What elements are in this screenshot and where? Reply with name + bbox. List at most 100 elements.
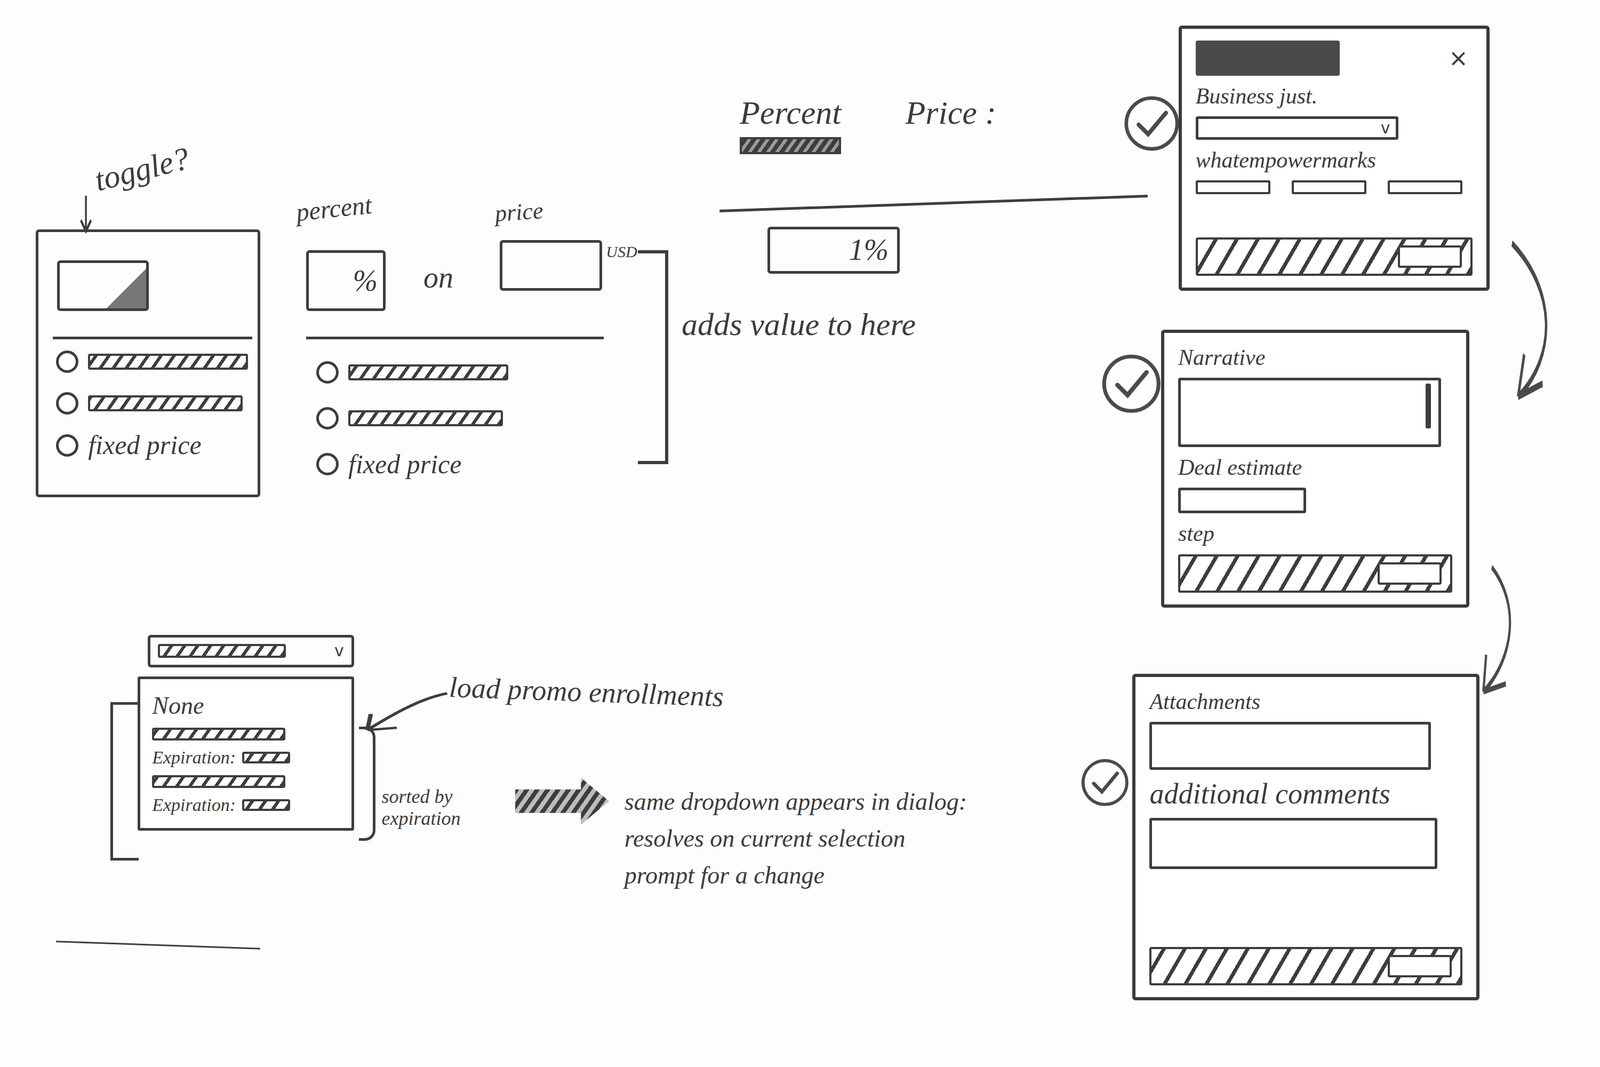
- wizard-dialog: × Business just. v whatempowermarks: [1178, 25, 1490, 291]
- option-label: fixed price: [348, 449, 462, 480]
- toggle-image[interactable]: [57, 260, 149, 312]
- promo-option[interactable]: Expiration:: [152, 727, 340, 768]
- scrollbar[interactable]: [1425, 383, 1431, 429]
- pointer-arrow-icon: [75, 193, 96, 235]
- mode-tab[interactable]: Price :: [905, 93, 996, 155]
- mode-tab[interactable]: Percent: [739, 93, 842, 155]
- option-row[interactable]: [56, 346, 255, 377]
- price-field[interactable]: [499, 240, 602, 292]
- flow-arrow-icon: [1499, 240, 1562, 404]
- on-label: on: [423, 260, 454, 295]
- option-bar: [348, 364, 509, 381]
- bracket: [110, 701, 140, 861]
- dialog-notes: same dropdown appears in dialog: resolves…: [624, 787, 967, 890]
- percent-label: percent: [294, 189, 373, 228]
- option-radio[interactable]: [316, 406, 339, 430]
- chevron-icon: v: [334, 642, 344, 659]
- chevron-icon: v: [1380, 120, 1391, 136]
- underline: [56, 940, 260, 949]
- chip-row: [1195, 180, 1473, 195]
- percent-symbol: %: [352, 263, 378, 298]
- title-bar: [1195, 40, 1340, 76]
- note-line: resolves on current selection: [624, 824, 967, 853]
- expiration-row: Expiration:: [152, 794, 340, 815]
- promo-list: None Expiration: Expiration:: [137, 676, 355, 831]
- promo-name-bar: [152, 727, 286, 741]
- option-row[interactable]: [56, 388, 255, 419]
- sorted-note: sorted by expiration: [381, 785, 496, 830]
- option-label: fixed price: [88, 429, 202, 461]
- tab-label: Percent: [739, 93, 842, 132]
- pointer-arrow-icon: [362, 688, 450, 735]
- note-line: prompt for a change: [624, 861, 967, 890]
- tab-underline: [739, 137, 842, 155]
- check-icon: [1122, 93, 1182, 154]
- none-option[interactable]: None: [152, 691, 340, 720]
- value-field[interactable]: 1%: [767, 226, 901, 274]
- textarea-field[interactable]: [1149, 817, 1437, 869]
- expiration-row: Expiration:: [152, 746, 340, 768]
- textarea-field[interactable]: [1178, 377, 1442, 447]
- wizard-dialog: Attachments additional comments: [1132, 673, 1479, 1000]
- note-line: same dropdown appears in dialog:: [624, 787, 967, 816]
- close-button[interactable]: ×: [1444, 46, 1473, 70]
- field-label: Attachments: [1149, 688, 1462, 715]
- option-radio[interactable]: [56, 392, 79, 415]
- price-label: price: [493, 197, 544, 228]
- dialog-footer: [1178, 554, 1453, 593]
- next-button[interactable]: [1397, 245, 1462, 268]
- option-row[interactable]: [316, 403, 603, 434]
- promo-name-bar: [152, 774, 286, 788]
- option-radio[interactable]: [56, 350, 79, 373]
- option-list: fixed price: [56, 346, 255, 461]
- currency-label: USD: [605, 242, 637, 262]
- flow-arrow-icon: [1469, 564, 1526, 698]
- tab-label: Price :: [905, 93, 996, 132]
- sketch-canvas: toggle?fixed pricepercent%onpriceUSDfixe…: [0, 0, 1600, 1067]
- load-promo-note: load promo enrollments: [448, 670, 725, 714]
- field-label: whatempowermarks: [1195, 147, 1473, 173]
- field-label: Business just.: [1195, 83, 1473, 109]
- chip[interactable]: [1291, 180, 1367, 195]
- divider: [306, 336, 605, 340]
- brace: [358, 726, 376, 841]
- input-field[interactable]: [1178, 487, 1307, 514]
- adds-value-note: adds value to here: [681, 306, 916, 343]
- expiration-bar: [242, 751, 291, 764]
- input-field[interactable]: [1149, 721, 1431, 770]
- wizard-dialog: NarrativeDeal estimatestep: [1161, 329, 1470, 608]
- dialog-titlebar: ×: [1195, 40, 1473, 76]
- next-button[interactable]: [1387, 954, 1452, 978]
- dropdown-field[interactable]: v: [1195, 116, 1399, 140]
- value-text: 1%: [849, 232, 890, 267]
- option-row[interactable]: [316, 357, 603, 388]
- field-label: additional comments: [1149, 777, 1462, 811]
- option-bar: [348, 410, 503, 427]
- bracket: [637, 250, 669, 465]
- field-label: Deal estimate: [1178, 454, 1453, 480]
- option-radio[interactable]: [316, 361, 339, 384]
- promo-dropdown[interactable]: v: [147, 634, 354, 668]
- option-row[interactable]: fixed price: [56, 429, 255, 461]
- option-bar: [88, 353, 248, 370]
- tab-baseline: [719, 194, 1148, 213]
- field-label: step: [1178, 520, 1453, 547]
- percent-field[interactable]: %: [306, 250, 386, 312]
- option-radio[interactable]: [56, 434, 79, 457]
- selected-bar: [157, 643, 286, 658]
- chip[interactable]: [1387, 180, 1463, 195]
- divider: [52, 336, 252, 340]
- expiration-label: Expiration:: [152, 746, 236, 768]
- check-icon: [1079, 756, 1131, 808]
- chip[interactable]: [1195, 180, 1271, 195]
- check-icon: [1099, 352, 1164, 416]
- promo-option[interactable]: Expiration:: [152, 774, 340, 815]
- option-bar: [88, 395, 243, 412]
- option-list: fixed price: [316, 357, 603, 480]
- option-radio[interactable]: [316, 452, 339, 476]
- tab-strip: Percent Price :: [739, 93, 997, 155]
- big-arrow-icon: [515, 777, 610, 825]
- option-row[interactable]: fixed price: [316, 449, 603, 480]
- next-button[interactable]: [1377, 562, 1442, 585]
